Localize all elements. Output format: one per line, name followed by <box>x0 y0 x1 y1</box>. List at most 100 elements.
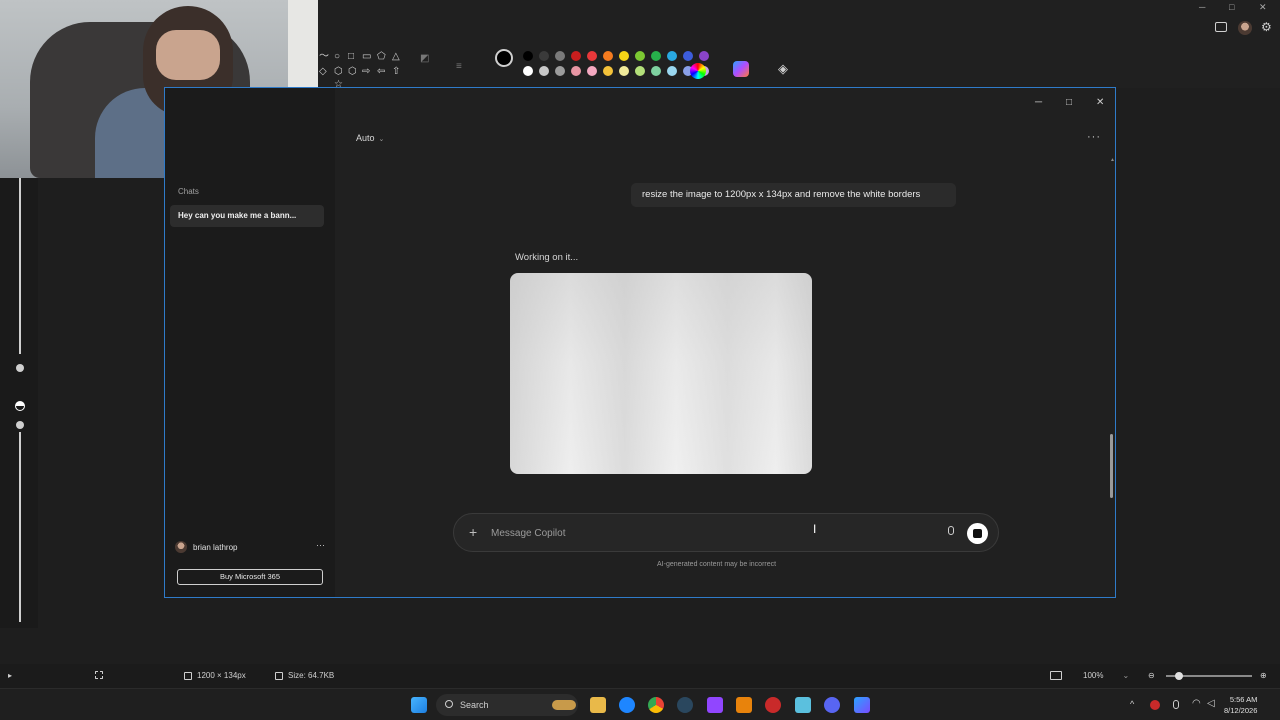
windows-taskbar: Search ^ ◠ ◁ 5:56 AM 8/12/2026 <box>0 688 1280 720</box>
palette-color-swatch[interactable] <box>523 51 533 61</box>
rounded-rectangle-shape-icon[interactable]: ▭ <box>362 52 371 62</box>
palette-color-swatch[interactable] <box>539 51 549 61</box>
app-icon-orange[interactable] <box>736 697 752 713</box>
paint-taskbar-icon[interactable] <box>854 697 870 713</box>
palette-color-swatch[interactable] <box>667 66 677 76</box>
up-arrow-shape-icon[interactable]: ⇧ <box>392 67 400 77</box>
close-button[interactable]: ✕ <box>1096 97 1104 108</box>
palette-color-swatch[interactable] <box>635 51 645 61</box>
steam-icon[interactable] <box>677 697 693 713</box>
copilot-icon[interactable] <box>733 61 749 77</box>
palette-color-swatch[interactable] <box>603 66 613 76</box>
tray-microphone-icon[interactable] <box>1173 700 1179 709</box>
user-profile[interactable]: brian lathrop ··· <box>175 540 325 554</box>
diamond-shape-icon[interactable]: ◇ <box>319 67 327 77</box>
wifi-icon[interactable]: ◠ <box>1192 698 1201 709</box>
taskbar-clock[interactable]: 5:56 AM 8/12/2026 <box>1224 694 1257 716</box>
tray-overflow-icon[interactable]: ^ <box>1130 699 1134 709</box>
palette-color-swatch[interactable] <box>603 51 613 61</box>
paint-close-icon[interactable]: ✕ <box>1259 2 1267 13</box>
scrollbar-thumb[interactable] <box>1110 434 1113 498</box>
avatar <box>175 541 187 553</box>
palette-color-swatch[interactable] <box>635 66 645 76</box>
palette-color-swatch[interactable] <box>539 66 549 76</box>
microphone-icon[interactable] <box>948 526 954 535</box>
opacity-knob[interactable] <box>16 421 24 429</box>
message-input[interactable] <box>491 526 931 540</box>
palette-color-swatch[interactable] <box>619 66 629 76</box>
edit-colors-icon[interactable] <box>690 63 706 79</box>
layers-icon[interactable]: ◈ <box>778 62 788 75</box>
minimize-button[interactable]: ─ <box>1035 97 1042 108</box>
palette-color-swatch[interactable] <box>699 51 709 61</box>
more-options-button[interactable]: ··· <box>1087 131 1101 143</box>
tray-app-icon[interactable] <box>1150 700 1160 710</box>
zoom-chevron-icon: ⌄ <box>1122 670 1130 680</box>
size-tool-icon[interactable]: ≡ <box>456 62 462 72</box>
account-avatar[interactable] <box>1238 21 1252 35</box>
ai-disclaimer: AI-generated content may be incorrect <box>657 561 777 568</box>
polygon-shape-icon[interactable]: ⬠ <box>377 52 386 62</box>
palette-color-swatch[interactable] <box>555 66 565 76</box>
mode-selector[interactable]: Auto ⌄ <box>356 133 384 143</box>
palette-color-swatch[interactable] <box>619 51 629 61</box>
palette-color-swatch[interactable] <box>523 66 533 76</box>
scroll-up-arrow-icon[interactable]: ▲ <box>1110 157 1115 163</box>
brush-size-slider[interactable] <box>19 178 21 354</box>
stop-generating-button[interactable] <box>967 523 988 544</box>
zoom-select[interactable]: 100% ⌄ <box>1078 668 1136 682</box>
add-attachment-button[interactable]: + <box>469 524 477 540</box>
palette-color-swatch[interactable] <box>587 51 597 61</box>
zoom-in-icon[interactable]: ⊕ <box>1260 671 1267 680</box>
palette-color-swatch[interactable] <box>571 66 581 76</box>
zoom-out-icon[interactable]: ⊖ <box>1148 671 1155 680</box>
selection-icon <box>95 671 103 679</box>
palette-color-swatch[interactable] <box>683 51 693 61</box>
pentagon-shape-icon[interactable]: ⬡ <box>334 67 343 77</box>
search-label: Search <box>460 700 489 710</box>
share-icon[interactable] <box>1215 22 1227 32</box>
user-more-button[interactable]: ··· <box>316 540 325 550</box>
palette-color-swatch[interactable] <box>555 51 565 61</box>
mode-label: Auto <box>356 133 375 143</box>
palette-color-swatch[interactable] <box>571 51 581 61</box>
fit-to-window-icon[interactable] <box>1050 671 1062 680</box>
zoom-slider-knob[interactable] <box>1175 672 1183 680</box>
palette-color-swatch[interactable] <box>651 66 661 76</box>
opacity-slider[interactable] <box>19 432 21 622</box>
messenger-icon[interactable] <box>619 697 635 713</box>
paint-side-panel <box>0 178 38 628</box>
chat-history-item[interactable]: Hey can you make me a bann... <box>170 205 324 227</box>
discord-icon[interactable] <box>824 697 840 713</box>
user-name: brian lathrop <box>193 542 238 552</box>
palette-color-swatch[interactable] <box>651 51 661 61</box>
paint-minimize-icon[interactable]: ─ <box>1199 2 1205 12</box>
outline-tool-icon[interactable]: ◩ <box>420 54 429 64</box>
copilot-window: Chats Hey can you make me a bann... bria… <box>164 87 1116 598</box>
maximize-button[interactable]: □ <box>1066 97 1072 108</box>
triangle-shape-icon[interactable]: △ <box>392 52 400 62</box>
file-explorer-icon[interactable] <box>590 697 606 713</box>
copilot-sidebar: Chats Hey can you make me a bann... bria… <box>165 88 335 597</box>
oval-shape-icon[interactable]: ○ <box>334 52 340 62</box>
app-icon-cyan[interactable] <box>795 697 811 713</box>
chevron-down-icon: ⌄ <box>378 136 385 143</box>
app-icon-red[interactable] <box>765 697 781 713</box>
palette-color-swatch[interactable] <box>587 66 597 76</box>
rectangle-shape-icon[interactable]: □ <box>348 52 354 62</box>
paint-maximize-icon[interactable]: □ <box>1229 2 1234 12</box>
right-arrow-shape-icon[interactable]: ⇨ <box>362 67 370 77</box>
curve-shape-icon[interactable]: 〜 <box>319 52 329 62</box>
buy-microsoft-365-button[interactable]: Buy Microsoft 365 <box>177 569 323 585</box>
brush-size-knob[interactable] <box>16 364 24 372</box>
disk-icon <box>275 671 283 680</box>
left-arrow-shape-icon[interactable]: ⇦ <box>377 67 385 77</box>
hexagon-shape-icon[interactable]: ⬡ <box>348 67 357 77</box>
palette-color-swatch[interactable] <box>667 51 677 61</box>
start-button[interactable] <box>411 697 427 713</box>
color1-selected[interactable] <box>495 49 513 67</box>
twitch-icon[interactable] <box>707 697 723 713</box>
volume-icon[interactable]: ◁ <box>1207 698 1215 709</box>
chrome-icon[interactable] <box>648 697 664 713</box>
settings-gear-icon[interactable]: ⚙ <box>1261 21 1272 33</box>
